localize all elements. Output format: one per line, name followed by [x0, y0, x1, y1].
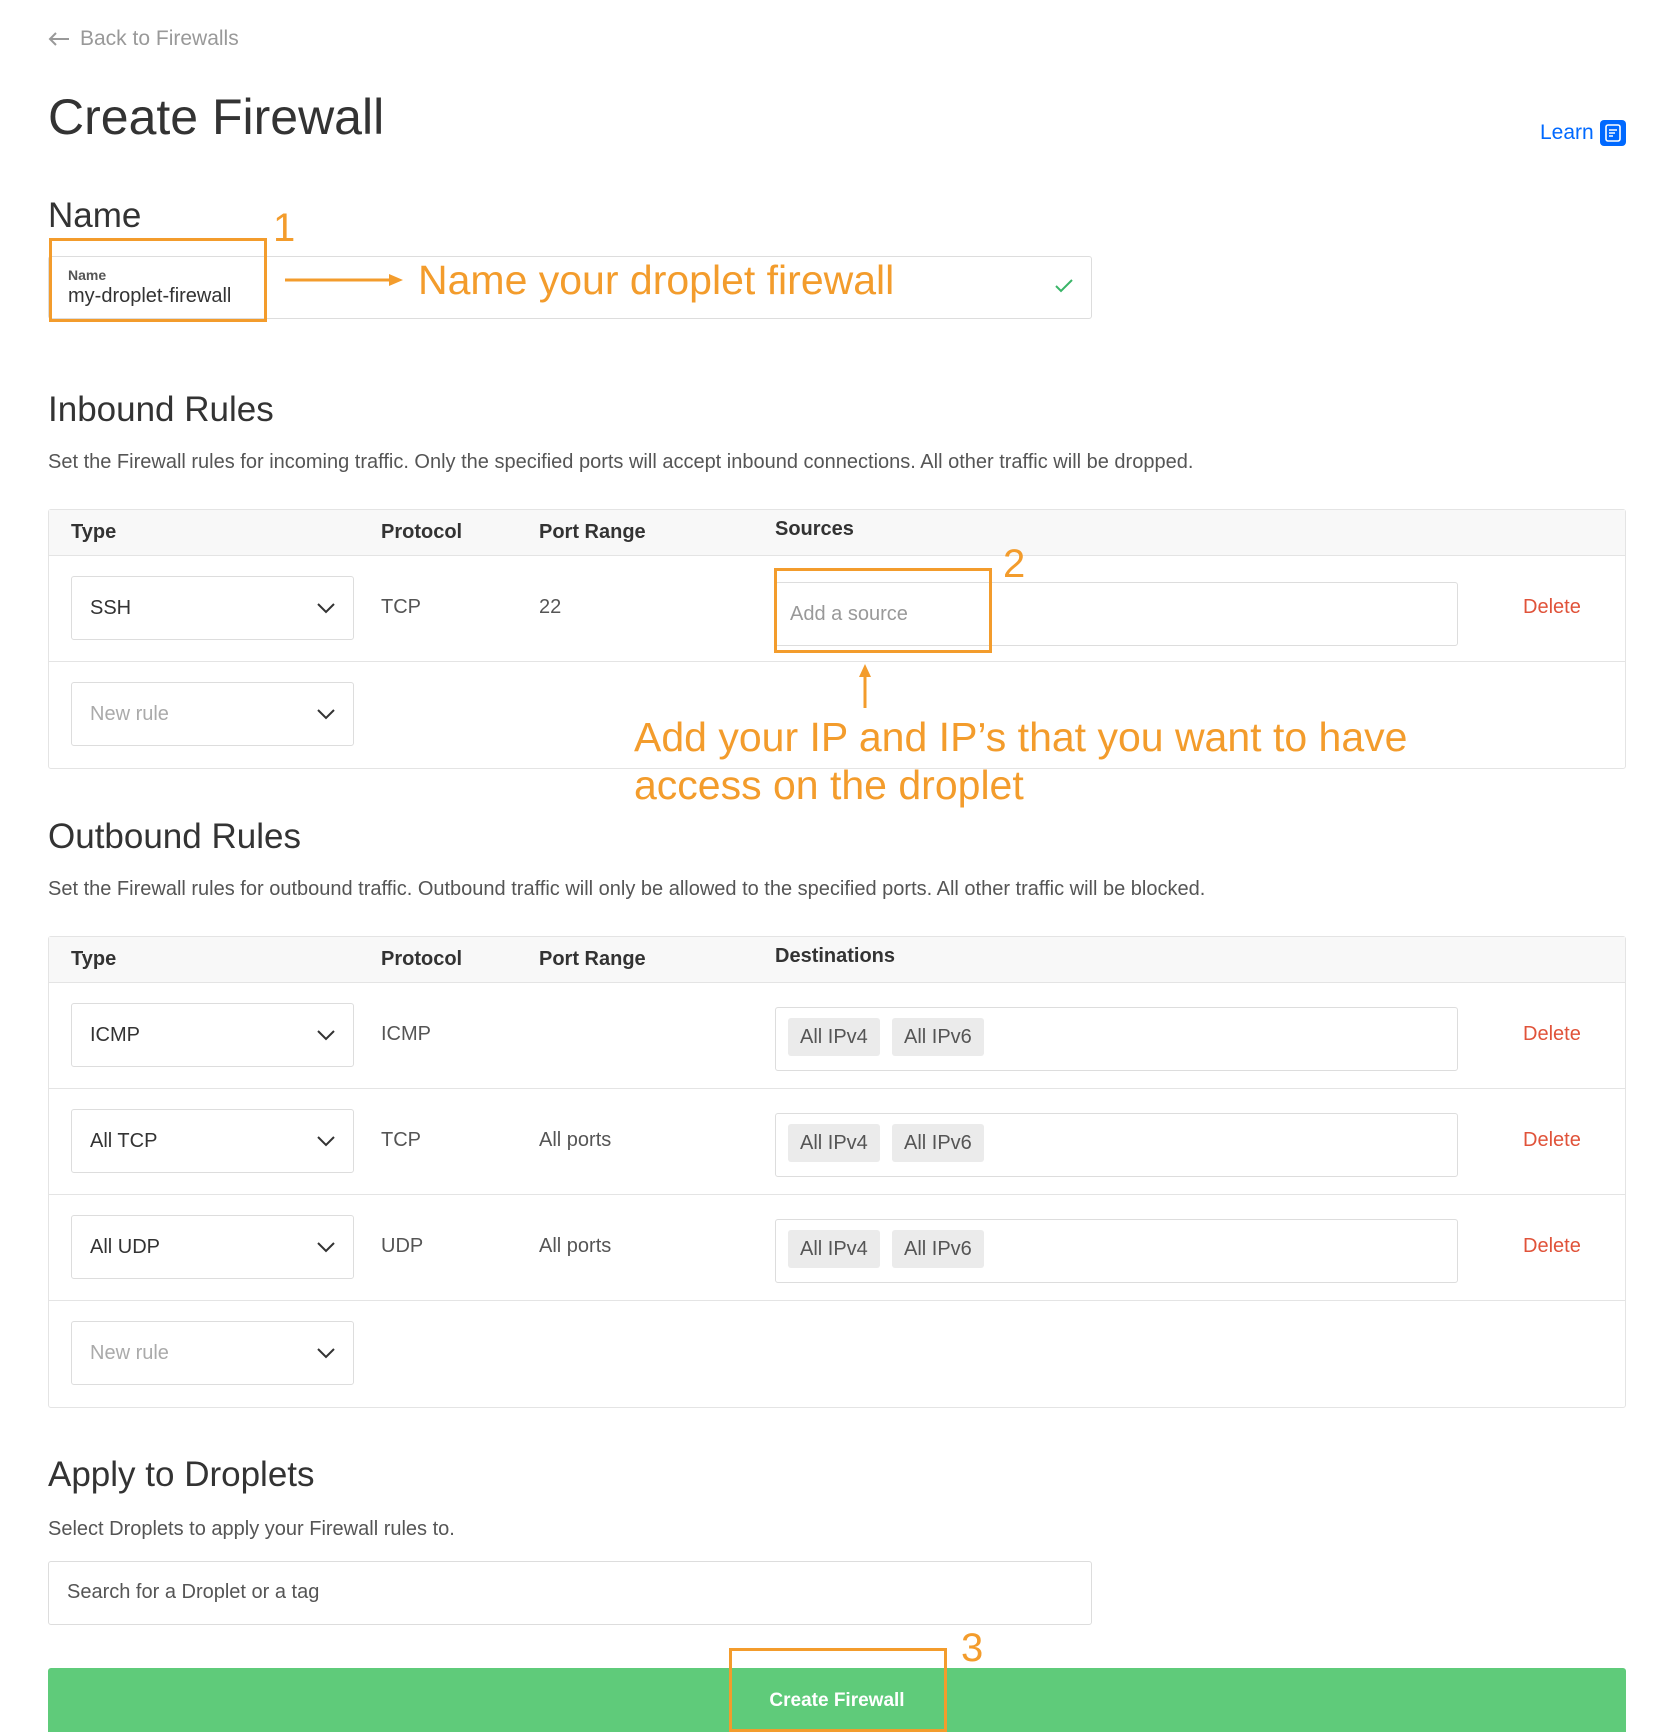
rule-type-select[interactable]: ICMP	[71, 1003, 354, 1067]
rule-type-value: All UDP	[90, 1236, 161, 1258]
arrow-left-icon	[48, 32, 69, 46]
annotation-number-3: 3	[961, 1626, 984, 1670]
column-header-sources: Sources	[775, 518, 854, 540]
destinations-input[interactable]: All IPv4 All IPv6	[775, 1113, 1458, 1177]
back-link-label: Back to Firewalls	[80, 27, 239, 50]
apply-droplets-description: Select Droplets to apply your Firewall r…	[48, 1518, 455, 1540]
rule-type-select[interactable]: All TCP	[71, 1109, 354, 1173]
annotation-text-2-line-2: access on the droplet	[634, 762, 1024, 808]
table-header: Type Protocol Port Range Destinations	[49, 937, 1625, 983]
column-header-protocol: Protocol	[381, 521, 463, 543]
inbound-rules-heading: Inbound Rules	[48, 390, 274, 429]
rule-type-value: SSH	[90, 597, 132, 619]
column-header-port-range: Port Range	[539, 521, 646, 543]
checkmark-icon	[1055, 279, 1073, 293]
protocol-value: TCP	[381, 596, 421, 618]
port-range-value: All ports	[539, 1235, 612, 1257]
protocol-value: TCP	[381, 1129, 421, 1151]
column-header-protocol: Protocol	[381, 948, 463, 970]
table-row: New rule	[49, 1301, 1625, 1407]
annotation-arrow-up-icon	[859, 664, 871, 708]
outbound-rules-table: Type Protocol Port Range Destinations IC…	[48, 936, 1626, 1408]
destination-tag-ipv6[interactable]: All IPv6	[892, 1018, 984, 1056]
table-header: Type Protocol Port Range Sources	[49, 510, 1625, 556]
destinations-input[interactable]: All IPv4 All IPv6	[775, 1007, 1458, 1071]
table-row: All UDP UDP All ports All IPv4 All IPv6 …	[49, 1195, 1625, 1301]
back-to-firewalls-link[interactable]: Back to Firewalls	[48, 27, 239, 51]
port-range-value: 22	[539, 596, 562, 618]
destination-tag-ipv6[interactable]: All IPv6	[892, 1124, 984, 1162]
destination-tag-ipv4[interactable]: All IPv4	[788, 1018, 880, 1056]
rule-type-select[interactable]: SSH	[71, 576, 354, 640]
rule-type-value: ICMP	[90, 1024, 140, 1046]
name-section-heading: Name	[48, 196, 142, 235]
annotation-number-2: 2	[1003, 542, 1026, 586]
column-header-type: Type	[71, 521, 117, 543]
annotation-text-2-line-1: Add your IP and IP’s that you want to ha…	[634, 714, 1408, 760]
delete-rule-button[interactable]: Delete	[1523, 1129, 1581, 1152]
port-range-value: All ports	[539, 1129, 612, 1151]
protocol-value: ICMP	[381, 1023, 431, 1045]
rule-type-select[interactable]: All UDP	[71, 1215, 354, 1279]
learn-label: Learn	[1540, 121, 1594, 144]
delete-rule-button[interactable]: Delete	[1523, 1023, 1581, 1046]
chevron-down-icon	[317, 709, 335, 720]
droplet-search-input[interactable]	[67, 1581, 1067, 1604]
page-title: Create Firewall	[48, 89, 385, 145]
apply-droplets-heading: Apply to Droplets	[48, 1455, 315, 1494]
destinations-input[interactable]: All IPv4 All IPv6	[775, 1219, 1458, 1283]
new-rule-placeholder: New rule	[90, 703, 169, 725]
chevron-down-icon	[317, 1242, 335, 1253]
inbound-rules-description: Set the Firewall rules for incoming traf…	[48, 451, 1194, 473]
destination-tag-ipv4[interactable]: All IPv4	[788, 1124, 880, 1162]
column-header-destinations: Destinations	[775, 945, 896, 967]
table-row: ICMP ICMP All IPv4 All IPv6 Delete	[49, 983, 1625, 1089]
outbound-rules-heading: Outbound Rules	[48, 817, 301, 856]
annotation-box-name	[49, 238, 267, 322]
create-firewall-page: Back to Firewalls Create Firewall Learn …	[0, 0, 1654, 1732]
annotation-arrow-right-icon	[285, 274, 403, 286]
protocol-value: UDP	[381, 1235, 424, 1257]
annotation-box-create	[729, 1648, 947, 1732]
chevron-down-icon	[317, 1030, 335, 1041]
chevron-down-icon	[317, 603, 335, 614]
delete-rule-button[interactable]: Delete	[1523, 596, 1581, 619]
new-rule-placeholder: New rule	[90, 1342, 169, 1364]
new-rule-select[interactable]: New rule	[71, 1321, 354, 1385]
destination-tag-ipv4[interactable]: All IPv4	[788, 1230, 880, 1268]
chevron-down-icon	[317, 1348, 335, 1359]
destination-tag-ipv6[interactable]: All IPv6	[892, 1230, 984, 1268]
chevron-down-icon	[317, 1136, 335, 1147]
droplet-search-field[interactable]	[48, 1561, 1092, 1625]
table-row: All TCP TCP All ports All IPv4 All IPv6 …	[49, 1089, 1625, 1195]
new-rule-select[interactable]: New rule	[71, 682, 354, 746]
annotation-box-sources	[774, 568, 992, 653]
annotation-number-1: 1	[273, 206, 296, 250]
column-header-port-range: Port Range	[539, 948, 646, 970]
rule-type-value: All TCP	[90, 1130, 158, 1152]
annotation-text-1: Name your droplet firewall	[418, 257, 895, 303]
column-header-type: Type	[71, 948, 117, 970]
learn-link[interactable]: Learn	[1540, 120, 1626, 146]
delete-rule-button[interactable]: Delete	[1523, 1235, 1581, 1258]
outbound-rules-description: Set the Firewall rules for outbound traf…	[48, 878, 1206, 900]
document-icon	[1599, 120, 1626, 146]
